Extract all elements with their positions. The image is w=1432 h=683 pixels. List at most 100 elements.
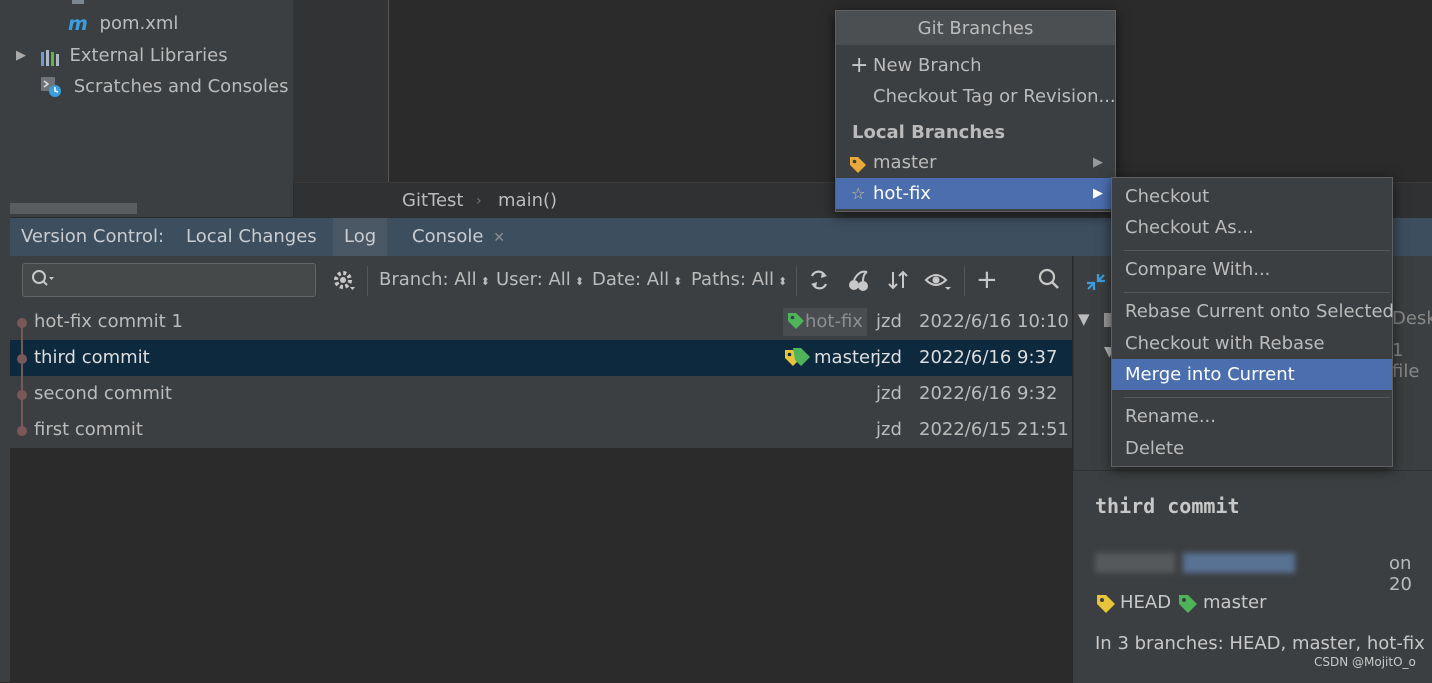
tab-log[interactable]: Log — [333, 218, 388, 256]
log-toolbar: Branch: All ⬍ User: All ⬍ Date: All ⬍ Paths… — [10, 256, 1072, 305]
popup-title: Git Branches — [836, 11, 1115, 45]
branch-label-text: master — [814, 347, 878, 368]
commit-details: third commit on 20 HEAD master In 3 bran… — [1073, 470, 1432, 683]
commit-graph-line — [21, 320, 23, 432]
menu-separator — [1124, 292, 1390, 293]
tree-item-label: Scratches and Consoles — [73, 76, 289, 97]
menu-separator — [1124, 397, 1390, 398]
date-filter-label: Date: All — [592, 269, 670, 290]
branch-filter-label: Branch: All — [379, 269, 477, 290]
user-filter-label: User: All — [496, 269, 571, 290]
project-tree: m pom.xml ▶ External Libraries Scratches… — [10, 0, 293, 217]
tag-icon — [1177, 593, 1199, 620]
tree-item-label: pom.xml — [99, 13, 179, 34]
commit-date: 2022/6/16 9:32 — [919, 383, 1058, 404]
merge-into-current-item[interactable]: Merge into Current — [1112, 359, 1392, 390]
submenu-arrow-icon: ▶ — [1093, 155, 1103, 170]
commit-title: third commit — [1095, 494, 1240, 518]
tree-horizontal-scrollbar[interactable] — [10, 203, 137, 214]
tree-item-scratches[interactable]: Scratches and Consoles — [40, 72, 288, 102]
expand-arrow-icon: ▶ — [16, 48, 26, 63]
branch-filter[interactable]: Branch: All ⬍ — [379, 256, 490, 306]
maven-icon: m — [68, 13, 88, 35]
updown-icon: ⬍ — [574, 275, 585, 288]
rename-item[interactable]: Rename... — [1112, 401, 1392, 432]
ref-master: master — [1203, 592, 1267, 613]
libraries-icon — [40, 47, 60, 66]
tag-icon — [788, 313, 804, 329]
tree-item-pom[interactable]: m pom.xml — [68, 9, 178, 39]
branch-item-hot-fix[interactable]: ☆ hot-fix ▶ — [836, 178, 1115, 209]
editor-gutter — [293, 0, 389, 182]
commit-date: 2022/6/15 21:51 — [919, 419, 1069, 440]
table-row[interactable]: hot-fix commit 1 hot-fix jzd 2022/6/16 1… — [10, 304, 1072, 340]
collapse-all-icon[interactable] — [1084, 270, 1108, 299]
commit-author: jzd — [876, 311, 902, 332]
watermark: CSDN @MojitO_o — [1314, 655, 1416, 669]
checkout-with-rebase-item[interactable]: Checkout with Rebase — [1112, 328, 1392, 359]
updown-icon: ⬍ — [778, 275, 788, 288]
branch-label: master — [780, 344, 881, 372]
branch-name: hot-fix — [873, 183, 931, 204]
updown-icon: ⬍ — [480, 275, 490, 288]
commit-message: second commit — [34, 383, 172, 404]
git-branches-popup: Git Branches + New Branch Checkout Tag o… — [835, 10, 1116, 212]
commit-graph-node — [17, 318, 27, 328]
tab-console[interactable]: Console ✕ — [401, 218, 516, 256]
checkout-tag-label: Checkout Tag or Revision... — [873, 86, 1116, 107]
breadcrumb-method[interactable]: main() — [498, 183, 557, 219]
checkout-as-item[interactable]: Checkout As... — [1112, 212, 1392, 243]
local-branches-header: Local Branches — [836, 117, 1115, 148]
version-control-label: Version Control: — [21, 226, 165, 247]
commit-message: first commit — [34, 419, 143, 440]
commit-message: hot-fix commit 1 — [34, 311, 183, 332]
paths-filter[interactable]: Paths: All ⬍ — [691, 256, 787, 306]
details-files-partial: 1 file — [1392, 340, 1420, 382]
branch-name: master — [873, 152, 937, 173]
star-icon: ☆ — [851, 184, 866, 203]
expand-arrow-icon[interactable]: ▼ — [1078, 310, 1090, 328]
commit-graph-node — [17, 426, 27, 436]
paths-filter-label: Paths: All — [691, 269, 775, 290]
commit-graph-node — [17, 390, 27, 400]
menu-separator — [1124, 250, 1390, 251]
close-icon[interactable]: ✕ — [493, 230, 505, 246]
commit-message: third commit — [34, 347, 150, 368]
local-branches-label: Local Branches — [852, 122, 1006, 143]
checkout-item[interactable]: Checkout — [1112, 181, 1392, 212]
compare-with-item[interactable]: Compare With... — [1112, 254, 1392, 285]
table-row[interactable]: first commit jzd 2022/6/15 21:51 — [10, 412, 1072, 448]
new-branch-label: New Branch — [873, 55, 982, 76]
rebase-current-item[interactable]: Rebase Current onto Selected — [1112, 296, 1394, 327]
date-filter[interactable]: Date: All ⬍ — [592, 256, 682, 306]
tag-icon — [1095, 593, 1117, 620]
branch-item-master[interactable]: master ▶ — [836, 147, 1115, 178]
submenu-arrow-icon: ▶ — [1093, 186, 1103, 201]
branch-label-text: hot-fix — [805, 311, 863, 332]
add-icon[interactable]: + — [976, 256, 998, 304]
checkout-tag-item[interactable]: Checkout Tag or Revision... — [836, 81, 1116, 112]
tags-icon — [785, 348, 810, 366]
user-filter[interactable]: User: All ⬍ — [496, 256, 584, 306]
delete-item[interactable]: Delete — [1112, 433, 1392, 464]
commit-author: jzd — [876, 383, 902, 404]
toolbar-separator — [964, 266, 965, 296]
toolbar-separator — [367, 266, 368, 296]
details-path-partial: Desk — [1392, 308, 1432, 329]
branch-label: hot-fix — [783, 308, 867, 336]
breadcrumb-file[interactable]: GitTest — [402, 183, 463, 219]
tree-item-external-libraries[interactable]: ▶ External Libraries — [16, 41, 228, 71]
tree-item-label: External Libraries — [69, 45, 228, 66]
search-input[interactable] — [22, 263, 316, 297]
commit-date: 2022/6/16 10:10 — [919, 311, 1069, 332]
breadcrumb-separator-icon: › — [476, 193, 482, 209]
commit-author: jzd — [876, 347, 902, 368]
in-branches: In 3 branches: HEAD, master, hot-fix — [1095, 633, 1425, 654]
tab-local-changes[interactable]: Local Changes — [175, 218, 328, 256]
table-row[interactable]: second commit jzd 2022/6/16 9:32 — [10, 376, 1072, 412]
commit-log: hot-fix commit 1 hot-fix jzd 2022/6/16 1… — [10, 304, 1072, 682]
table-row[interactable]: third commit master jzd 2022/6/16 9:37 — [10, 340, 1072, 376]
new-branch-item[interactable]: + New Branch — [836, 50, 1115, 81]
search-icon — [31, 269, 55, 294]
branch-actions-submenu: Checkout Checkout As... Compare With... … — [1111, 177, 1394, 467]
